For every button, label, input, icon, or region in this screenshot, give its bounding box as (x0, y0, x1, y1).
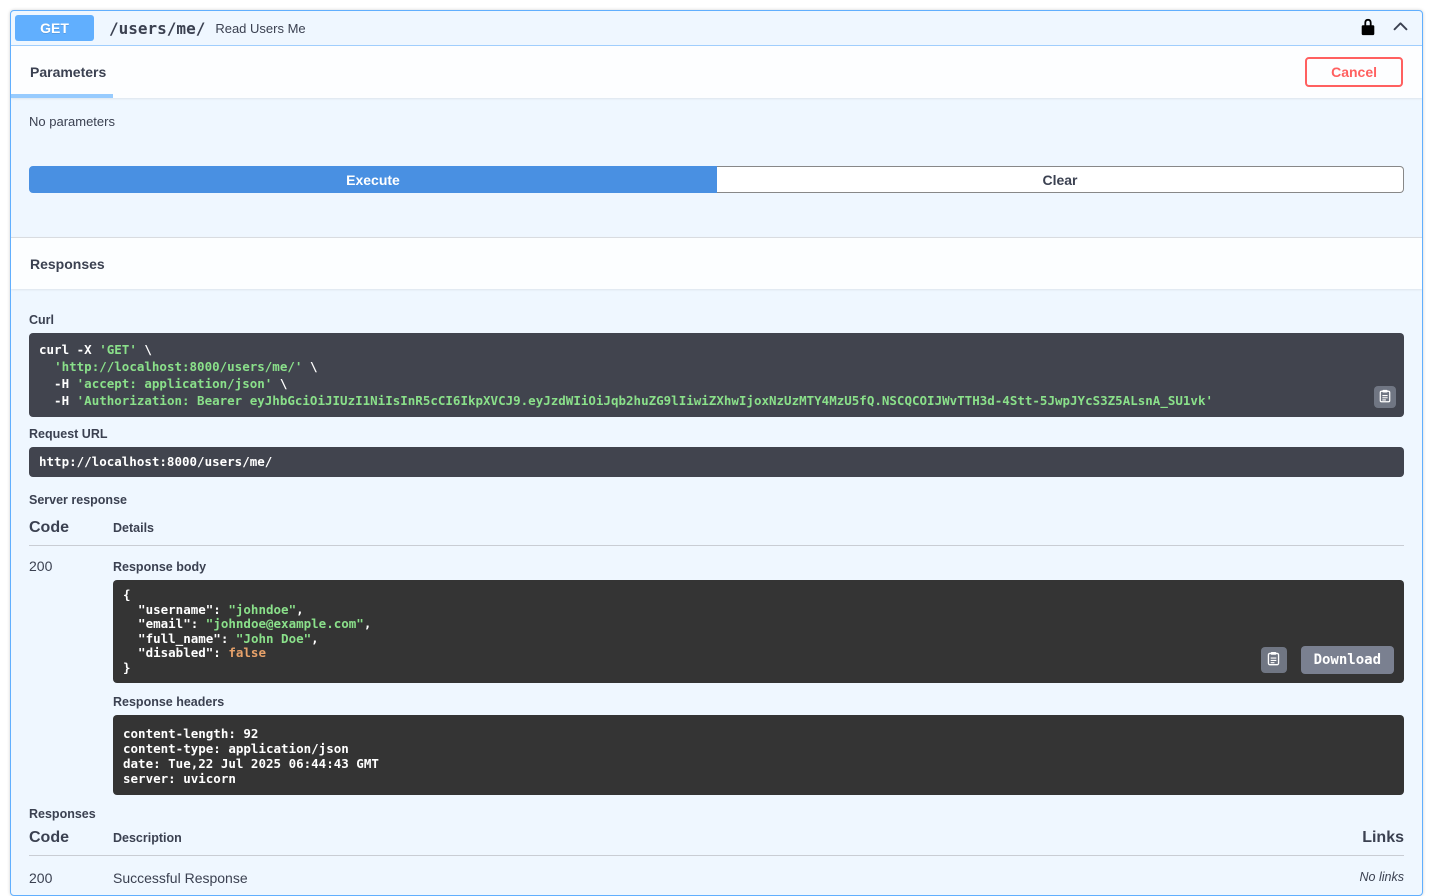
responses-table-label: Responses (29, 807, 96, 821)
server-response-table-header: Code Details (29, 519, 1404, 546)
endpoint-description: Read Users Me (215, 20, 306, 36)
active-tab-underline (11, 94, 113, 98)
tab-header: Parameters Cancel (11, 46, 1422, 98)
response-headers-block: content-length: 92 content-type: applica… (113, 715, 1404, 795)
operation-block-get-users-me: GET /users/me/ Read Users Me Parameters … (10, 10, 1423, 896)
response-definition-row: 200 Successful Response No links (29, 856, 1404, 895)
execute-row: Execute Clear (29, 166, 1404, 193)
copy-response-button[interactable] (1260, 647, 1287, 673)
header-line: content-length: 92 (123, 726, 259, 741)
response-status-code: 200 (29, 558, 53, 574)
code-column-header: Code (29, 519, 69, 536)
chevron-up-icon (1391, 17, 1410, 39)
json-line: } (123, 659, 131, 675)
clipboard-icon (1266, 651, 1281, 669)
request-url-label: Request URL (29, 427, 108, 441)
server-response-label: Server response (29, 493, 127, 507)
json-line: "username": "johndoe", (123, 601, 304, 617)
curl-line: 'http://localhost:8000/users/me/' \ (54, 359, 318, 374)
parameters-body: No parameters Execute Clear (11, 98, 1422, 237)
json-line: "disabled": false (123, 645, 266, 660)
endpoint-path: /users/me/ (109, 18, 206, 38)
header-line: content-type: application/json (123, 741, 349, 756)
request-url-block: http://localhost:8000/users/me/ (29, 447, 1404, 477)
responses-body: Curl curl -X 'GET' \ 'http://localhost:8… (11, 289, 1422, 895)
tab-parameters: Parameters (30, 64, 107, 80)
curl-line: -H 'accept: application/json' \ (39, 376, 288, 391)
request-url-value: http://localhost:8000/users/me/ (39, 454, 273, 469)
response-headers-label: Response headers (113, 695, 225, 709)
copy-curl-button[interactable] (1374, 386, 1396, 408)
response-code: 200 (29, 870, 53, 886)
curl-line: curl -X 'GET' \ (39, 342, 152, 357)
response-description: Successful Response (113, 870, 248, 886)
code-column-header: Code (29, 829, 69, 846)
details-column-header: Details (113, 521, 154, 535)
response-body-block: { "username": "johndoe", "email": "johnd… (113, 580, 1404, 683)
json-line: "email": "johndoe@example.com", (123, 616, 372, 631)
operation-summary[interactable]: GET /users/me/ Read Users Me (11, 11, 1422, 46)
cancel-button[interactable]: Cancel (1305, 57, 1403, 87)
no-parameters-text: No parameters (29, 114, 115, 129)
execute-button[interactable]: Execute (29, 166, 717, 193)
curl-label: Curl (29, 313, 54, 327)
clear-button[interactable]: Clear (717, 166, 1404, 193)
responses-section-header: Responses (11, 237, 1422, 289)
responses-table-header: Code Description Links (29, 829, 1404, 856)
download-button[interactable]: Download (1300, 646, 1394, 674)
server-response-row: 200 Response body { "username": "johndoe… (29, 546, 1404, 795)
clipboard-icon (1378, 389, 1392, 406)
curl-line: -H 'Authorization: Bearer eyJhbGciOiJIUz… (39, 393, 1214, 408)
links-column-header: Links (1362, 829, 1404, 846)
header-line: date: Tue,22 Jul 2025 06:44:43 GMT (123, 756, 379, 771)
description-column-header: Description (113, 831, 182, 845)
json-line: { (123, 587, 131, 602)
responses-section-title: Responses (30, 255, 105, 272)
collapse-operation-button[interactable] (1391, 17, 1410, 39)
json-line: "full_name": "John Doe", (123, 630, 319, 646)
response-body-actions: Download (1260, 646, 1394, 674)
response-body-label: Response body (113, 560, 207, 574)
response-links: No links (1359, 870, 1404, 884)
curl-command-block: curl -X 'GET' \ 'http://localhost:8000/u… (29, 333, 1404, 417)
http-method-badge: GET (15, 15, 94, 41)
lock-icon (1359, 17, 1377, 40)
server-response-details: Response body { "username": "johndoe", "… (113, 558, 1404, 795)
authorization-lock-button[interactable] (1359, 17, 1377, 40)
header-line: server: uvicorn (123, 771, 236, 786)
